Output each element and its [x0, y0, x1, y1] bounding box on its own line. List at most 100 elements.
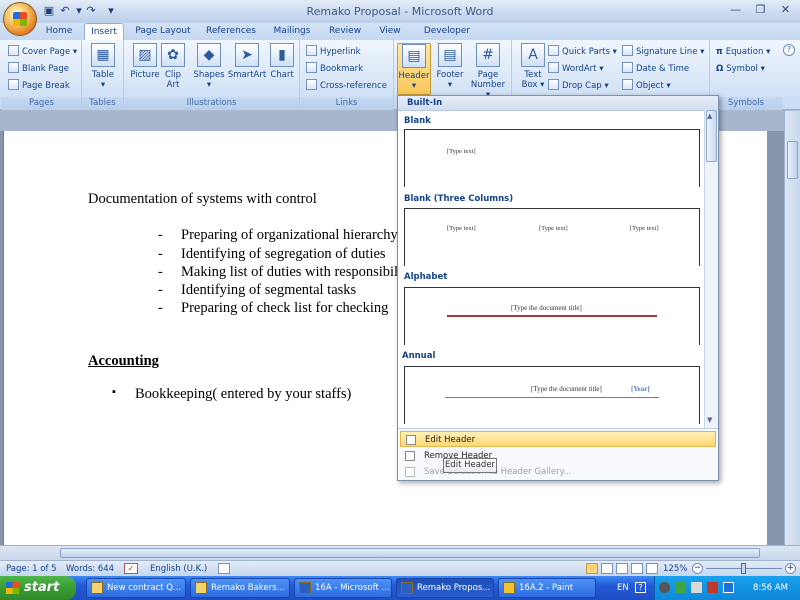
page-break-button[interactable]: Page Break: [8, 78, 70, 94]
clock[interactable]: 8:56 AM: [753, 576, 788, 600]
scroll-up-icon[interactable]: ▲: [707, 112, 712, 120]
volume-icon[interactable]: [691, 582, 702, 593]
word-count[interactable]: Words: 644: [66, 564, 114, 574]
start-button[interactable]: start: [0, 576, 76, 600]
page-count[interactable]: Page: 1 of 5: [6, 564, 57, 574]
tab-home[interactable]: Home: [40, 23, 78, 40]
proofing-icon[interactable]: ✓: [124, 563, 138, 574]
text-box-button[interactable]: A Text Box ▾: [514, 43, 552, 93]
print-layout-view-icon[interactable]: [586, 563, 598, 574]
footer-button[interactable]: ▤ Footer ▾: [433, 43, 467, 93]
quick-parts-button[interactable]: Quick Parts ▾: [548, 44, 617, 60]
clip-art-button[interactable]: ✿ Clip Art: [158, 43, 188, 93]
zoom-in-icon[interactable]: +: [785, 563, 796, 574]
list-item: Making list of duties with responsibilit…: [181, 264, 423, 280]
bullet-marker: -: [158, 264, 163, 280]
taskbar-item[interactable]: 16A - Microsoft ...: [294, 578, 392, 598]
gallery-category-label: Blank: [404, 116, 431, 126]
zoom-level[interactable]: 125%: [663, 564, 687, 574]
ribbon-tabs: Home Insert Page Layout References Maili…: [0, 23, 800, 40]
language-indicator[interactable]: English (U.K.): [150, 564, 207, 574]
hyperlink-button[interactable]: Hyperlink: [306, 44, 361, 60]
equation-button[interactable]: π Equation ▾: [716, 44, 770, 60]
drop-cap-button[interactable]: Drop Cap ▾: [548, 78, 609, 94]
scroll-down-icon[interactable]: ▼: [707, 416, 712, 424]
signature-line-icon: [622, 45, 633, 56]
preview-year: [Year]: [631, 385, 650, 393]
gallery-item-blank-three-columns[interactable]: [Type text] [Type text] [Type text]: [404, 208, 700, 266]
page-number-icon: #: [476, 43, 500, 67]
clip-art-icon: ✿: [161, 43, 185, 67]
gallery-item-alphabet[interactable]: [Type the document title]: [404, 287, 700, 345]
date-time-button[interactable]: Date & Time: [622, 61, 689, 77]
illustrations-group: ▨ Picture ✿ Clip Art ◆ Shapes ▾ ➤ SmartArt ▮ Ch…: [124, 40, 300, 110]
horizontal-scrollbar[interactable]: [0, 545, 800, 560]
full-screen-view-icon[interactable]: [601, 563, 613, 574]
close-button[interactable]: ✕: [773, 1, 798, 19]
tray-icon[interactable]: [659, 582, 670, 593]
header-button[interactable]: ▤ Header ▾: [397, 43, 431, 95]
tab-references[interactable]: References: [202, 23, 260, 40]
cover-page-button[interactable]: Cover Page ▾: [8, 44, 77, 60]
network-icon[interactable]: [675, 582, 686, 593]
tab-page-layout[interactable]: Page Layout: [132, 23, 194, 40]
taskbar-item[interactable]: Remako Bakers...: [190, 578, 290, 598]
scroll-thumb[interactable]: [60, 548, 760, 558]
vertical-scrollbar[interactable]: [784, 111, 800, 545]
macro-record-icon[interactable]: [218, 563, 230, 574]
taskbar-item[interactable]: New contract Q...: [86, 578, 186, 598]
tab-review[interactable]: Review: [324, 23, 366, 40]
scroll-thumb[interactable]: [787, 141, 798, 179]
security-icon[interactable]: [707, 582, 718, 593]
tray-icon[interactable]: [723, 582, 734, 593]
taskbar: start New contract Q... Remako Bakers...…: [0, 576, 800, 600]
preview-placeholder: [Type text]: [447, 148, 476, 155]
minimize-button[interactable]: —: [723, 1, 748, 19]
tab-mailings[interactable]: Mailings: [268, 23, 316, 40]
bookmark-button[interactable]: Bookmark: [306, 61, 363, 77]
omega-icon: Ω: [716, 64, 724, 74]
pi-icon: π: [716, 47, 723, 57]
draft-view-icon[interactable]: [646, 563, 658, 574]
blank-page-button[interactable]: Blank Page: [8, 61, 69, 77]
gallery-item-blank[interactable]: [Type text]: [404, 129, 700, 187]
outline-view-icon[interactable]: [631, 563, 643, 574]
restore-button[interactable]: ❐: [748, 1, 773, 19]
object-button[interactable]: Object ▾: [622, 78, 671, 94]
zoom-slider-thumb[interactable]: [741, 563, 746, 574]
text-box-icon: A: [521, 43, 545, 67]
edit-header-menu-item[interactable]: Edit Header: [400, 431, 716, 447]
bullet-marker: -: [158, 227, 163, 243]
smartart-button[interactable]: ➤ SmartArt: [226, 43, 268, 93]
tab-developer[interactable]: Developer: [420, 23, 474, 40]
help-icon[interactable]: ?: [783, 44, 795, 56]
office-button[interactable]: [3, 2, 37, 36]
zoom-out-icon[interactable]: −: [692, 563, 703, 574]
taskbar-item[interactable]: 16A.2 - Paint: [498, 578, 596, 598]
tab-insert[interactable]: Insert: [84, 23, 124, 40]
help-tray-icon[interactable]: ?: [635, 582, 646, 593]
gallery-item-annual[interactable]: [Type the document title] [Year]: [404, 366, 700, 424]
taskbar-item-active[interactable]: Remako Propos...: [396, 578, 494, 598]
gallery-scrollbar[interactable]: ▲ ▼: [704, 110, 718, 428]
chart-button[interactable]: ▮ Chart: [266, 43, 298, 93]
page-number-button[interactable]: #PageNumber ▾: [468, 43, 508, 100]
windows-flag-icon: [6, 582, 19, 594]
language-bar[interactable]: EN: [617, 576, 629, 600]
bookmark-icon: [306, 62, 317, 73]
cross-reference-button[interactable]: Cross-reference: [306, 78, 387, 94]
save-selection-icon: [405, 467, 415, 477]
blank-page-icon: [8, 62, 19, 73]
title-bar: ▣ ↶ ▾ ↷ ▾ Remako Proposal - Microsoft Wo…: [0, 0, 800, 23]
wordart-button[interactable]: WordArt ▾: [548, 61, 603, 77]
picture-icon: ▨: [133, 43, 157, 67]
hyperlink-icon: [306, 45, 317, 56]
tab-view[interactable]: View: [374, 23, 406, 40]
signature-line-button[interactable]: Signature Line ▾: [622, 44, 704, 60]
table-button[interactable]: ▦ Table ▾: [84, 43, 122, 93]
quick-parts-icon: [548, 45, 559, 56]
symbol-button[interactable]: Ω Symbol ▾: [716, 61, 765, 77]
web-layout-view-icon[interactable]: [616, 563, 628, 574]
gallery-section-title: Built-In: [398, 96, 718, 111]
shapes-button[interactable]: ◆ Shapes ▾: [190, 43, 228, 93]
